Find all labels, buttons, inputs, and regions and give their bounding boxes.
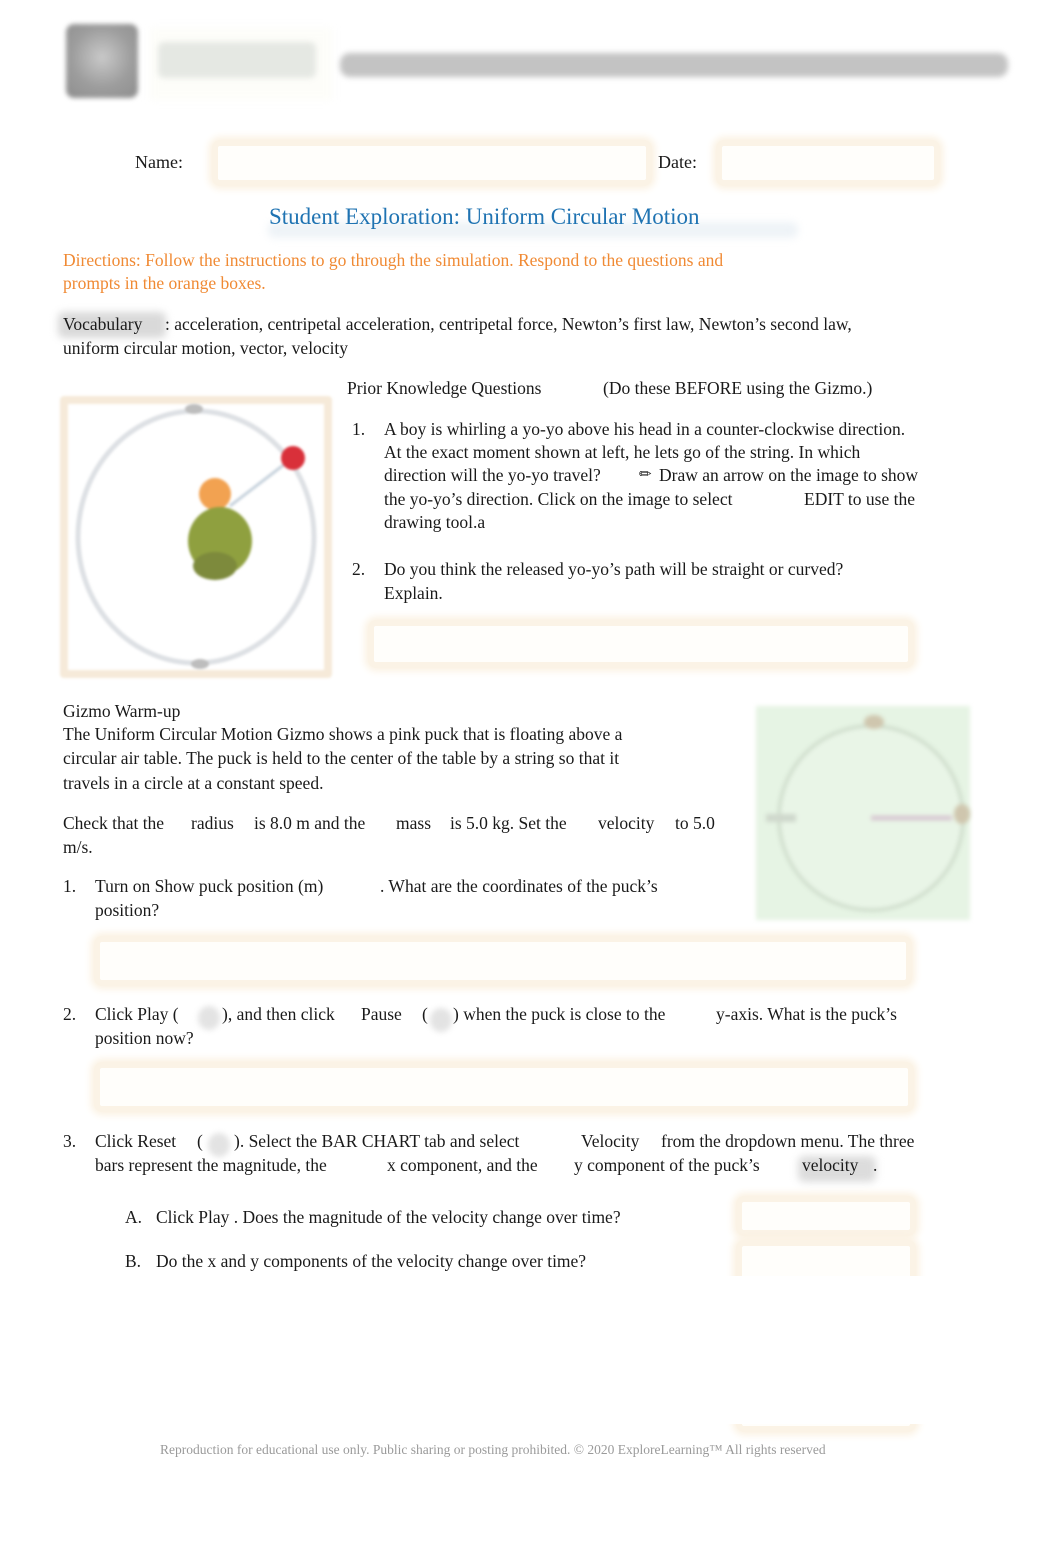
page-title: Student Exploration: Uniform Circular Mo… bbox=[269, 204, 700, 229]
pause-term: Pause bbox=[361, 1004, 402, 1024]
check-text-g: to 5.0 bbox=[675, 813, 715, 833]
wu-q3b-text: Do the x and y components of the velocit… bbox=[156, 1251, 587, 1271]
wu-q3-line2-e: . bbox=[873, 1155, 878, 1175]
prior-knowledge-note: (Do these BEFORE using the Gizmo.) bbox=[603, 378, 873, 398]
pk-q2-line-1: Do you think the released yo-yo’s path w… bbox=[384, 559, 844, 579]
boy-whirling-yoyo-image[interactable] bbox=[60, 396, 332, 678]
play-icon bbox=[198, 1006, 220, 1030]
date-label: Date: bbox=[658, 152, 697, 172]
wu-q2-number: 2. bbox=[63, 1004, 77, 1024]
pk-q2-answer-box[interactable] bbox=[368, 620, 914, 668]
pause-icon bbox=[430, 1008, 452, 1032]
wu-q3-line2-d[interactable]: velocity bbox=[802, 1154, 858, 1177]
warmup-intro-line-2: circular air table. The puck is held to … bbox=[63, 748, 620, 768]
pk-q1-line-3: direction will the yo-yo travel? bbox=[384, 465, 601, 485]
wu-q3a-answer-box[interactable] bbox=[736, 1196, 916, 1236]
wu-q2-text-f: y-axis. What is the puck’s bbox=[716, 1004, 897, 1024]
footer-copyright: Reproduction for educational use only. P… bbox=[160, 1442, 826, 1457]
yoyo-string bbox=[229, 458, 291, 508]
check-text-a: Check that the bbox=[63, 813, 165, 833]
pk-q1-line-5: the yo-yo’s direction. Click on the imag… bbox=[384, 489, 733, 509]
wu-q3-line2-b: x component, and the bbox=[387, 1155, 538, 1175]
air-table-puck-image bbox=[766, 715, 970, 912]
pk-q2-line-2: Explain. bbox=[384, 583, 443, 603]
name-field[interactable] bbox=[212, 140, 652, 186]
wu-q1-line-1a: Turn on Show puck position (m) bbox=[95, 876, 324, 896]
top-marker bbox=[864, 715, 884, 729]
gizmos-logo-text bbox=[158, 42, 316, 78]
date-field[interactable] bbox=[716, 140, 940, 186]
check-text-e: is 5.0 kg. Set the bbox=[450, 813, 567, 833]
prior-knowledge-heading: Prior Knowledge Questions bbox=[347, 378, 542, 398]
wu-q2-text-d: ( bbox=[422, 1004, 428, 1024]
wu-q3-text-a: Click Reset bbox=[95, 1131, 177, 1151]
wu-q1-line-2: position? bbox=[95, 900, 160, 920]
directions-line-2: prompts in the orange boxes. bbox=[63, 273, 266, 293]
right-marker bbox=[954, 804, 970, 824]
velocity-dropdown-term: Velocity bbox=[581, 1131, 640, 1151]
wu-q1-line-1b: . What are the coordinates of the puck’s bbox=[380, 876, 658, 896]
pk-q1-number: 1. bbox=[352, 419, 366, 439]
wu-q2-answer-box[interactable] bbox=[94, 1062, 914, 1112]
pencil-icon: ✏ bbox=[639, 467, 652, 483]
gizmos-logo-icon bbox=[66, 24, 138, 98]
wu-q3a-text: Click Play . Does the magnitude of the v… bbox=[156, 1207, 621, 1227]
orbit-bottom-marker bbox=[191, 659, 209, 669]
wu-q3b-letter: B. bbox=[125, 1251, 142, 1271]
pk-q1-line-7: drawing tool.a bbox=[384, 512, 486, 532]
directions-line-1: Directions: Follow the instructions to g… bbox=[63, 250, 724, 270]
wu-q2-text-a: Click Play ( bbox=[95, 1004, 179, 1024]
wu-q3-line2-c: y component of the puck’s bbox=[574, 1155, 760, 1175]
wu-q2-text-e: ) when the puck is close to the bbox=[453, 1004, 666, 1024]
wu-q2-text-b: ), and then click bbox=[222, 1004, 335, 1024]
pk-q2-number: 2. bbox=[352, 559, 366, 579]
wu-q1-answer-box[interactable] bbox=[94, 936, 912, 986]
yoyo-ball bbox=[281, 446, 305, 470]
vocabulary-terms-line-1: : acceleration, centripetal acceleration… bbox=[165, 314, 852, 334]
vocabulary-terms-line-2: uniform circular motion, vector, velocit… bbox=[63, 338, 349, 358]
boy-head bbox=[199, 478, 231, 510]
check-text-c: is 8.0 m and the bbox=[254, 813, 366, 833]
warmup-intro-line-1: The Uniform Circular Motion Gizmo shows … bbox=[63, 724, 623, 744]
header-bar bbox=[340, 53, 1008, 77]
boy-legs bbox=[193, 552, 237, 580]
pk-q1-line-1: A boy is whirling a yo-yo above his head… bbox=[384, 419, 906, 439]
check-text-line-2: m/s. bbox=[63, 837, 93, 857]
wu-q3-text-e: from the dropdown menu. The three bbox=[661, 1131, 915, 1151]
radius-term: radius bbox=[191, 813, 234, 833]
name-label: Name: bbox=[135, 152, 183, 172]
answer-box-mask bbox=[720, 1276, 940, 1424]
wu-q3a-letter: A. bbox=[125, 1207, 143, 1227]
wu-q3-number: 3. bbox=[63, 1131, 77, 1151]
vocabulary-label[interactable]: Vocabulary bbox=[63, 313, 142, 336]
pk-q1-line-2: At the exact moment shown at left, he le… bbox=[384, 442, 861, 462]
wu-q2-line-2: position now? bbox=[95, 1028, 194, 1048]
orbit-top-marker bbox=[185, 404, 203, 414]
warmup-intro-line-3: travels in a circle at a constant speed. bbox=[63, 773, 324, 793]
mass-term: mass bbox=[396, 813, 431, 833]
wu-q3-text-b: ( bbox=[197, 1131, 203, 1151]
pk-q1-line-4: Draw an arrow on the image to show bbox=[659, 465, 919, 485]
velocity-term: velocity bbox=[598, 813, 655, 833]
pk-q1-line-6: EDIT to use the bbox=[804, 489, 915, 509]
wu-q3-text-c: ). Select the BAR CHART tab and select bbox=[234, 1131, 520, 1151]
warmup-heading: Gizmo Warm-up bbox=[63, 701, 181, 721]
wu-q3-line2-a: bars represent the magnitude, the bbox=[95, 1155, 327, 1175]
wu-q1-number: 1. bbox=[63, 876, 77, 896]
